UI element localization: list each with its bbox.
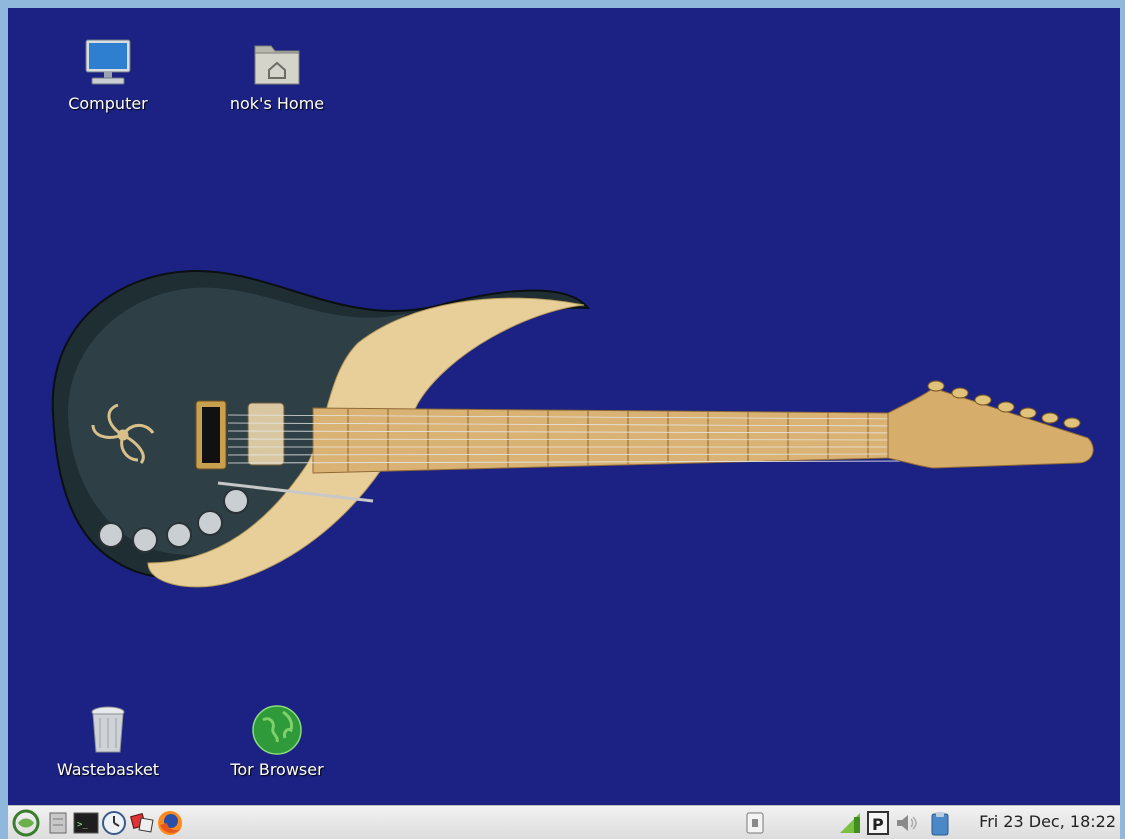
files-icon[interactable] — [44, 809, 72, 837]
globe-icon — [252, 705, 302, 755]
terminal-icon[interactable]: >_ — [72, 809, 100, 837]
svg-text:>_: >_ — [77, 820, 88, 830]
window-list-icon[interactable] — [744, 809, 766, 837]
network-icon[interactable] — [836, 809, 864, 837]
desktop-icon-home[interactable]: nok's Home — [212, 36, 342, 113]
parking-icon[interactable]: P — [864, 809, 892, 837]
volume-icon[interactable] — [892, 809, 920, 837]
clipboard-icon[interactable] — [926, 809, 954, 837]
desktop-icon-label: Tor Browser — [230, 760, 324, 779]
desktop-icon-tor-browser[interactable]: Tor Browser — [212, 702, 342, 779]
home-folder-icon — [254, 45, 300, 85]
desktop-icon-wastebasket[interactable]: Wastebasket — [43, 702, 173, 779]
desktop-icon-label: Wastebasket — [56, 760, 160, 779]
guitar-wallpaper — [51, 269, 1094, 588]
screen: Computer nok's Home Wastebasket Tor Brow… — [8, 8, 1120, 839]
trash-icon — [91, 706, 125, 753]
games-icon[interactable] — [128, 809, 156, 837]
svg-text:P: P — [872, 815, 884, 834]
panel-clock[interactable]: Fri 23 Dec, 18:22 — [979, 812, 1116, 831]
taskbar: >_ P Fri 23 Dec, 18:22 — [8, 805, 1120, 839]
desktop[interactable]: Computer nok's Home Wastebasket Tor Brow… — [8, 8, 1120, 805]
desktop-icon-label: Computer — [68, 94, 148, 113]
clock-app-icon[interactable] — [100, 809, 128, 837]
desktop-icon-computer[interactable]: Computer — [43, 36, 173, 113]
firefox-icon[interactable] — [156, 809, 184, 837]
computer-icon — [85, 39, 131, 85]
menu-icon[interactable] — [12, 809, 40, 837]
desktop-icon-label: nok's Home — [229, 94, 325, 113]
